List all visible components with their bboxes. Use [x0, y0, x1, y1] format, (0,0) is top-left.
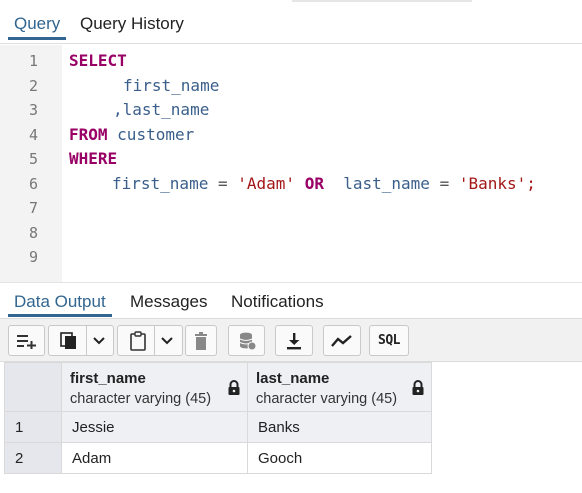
tab-notifications[interactable]: Notifications [225, 291, 330, 317]
line-number: 9 [28, 248, 38, 266]
paste-icon [129, 330, 146, 351]
keyword-from: FROM [69, 125, 108, 144]
tab-messages[interactable]: Messages [124, 291, 213, 317]
line-number: 6 [28, 175, 38, 193]
column-type: character varying (45) [70, 391, 212, 407]
keyword-where: WHERE [69, 149, 118, 168]
tab-query[interactable]: Query [8, 12, 67, 40]
row-number[interactable]: 1 [4, 411, 62, 443]
operator: = [217, 174, 228, 193]
chevron-down-icon [160, 336, 173, 344]
data-toolbar: SQL [0, 318, 582, 362]
download-icon [287, 332, 301, 349]
table-row: 1 Jessie Banks [4, 411, 432, 443]
line-number-gutter: 1 2 3 4 5 6 7 8 9 [0, 45, 62, 282]
line-number: 2 [28, 77, 38, 95]
top-divider [292, 0, 472, 2]
table-cell[interactable]: Adam [61, 442, 248, 474]
identifier: first_name [112, 174, 209, 193]
table-cell[interactable]: Banks [247, 411, 432, 443]
table-cell[interactable]: Jessie [61, 411, 248, 443]
output-tab-bar: Data Output Messages Notifications [0, 282, 582, 318]
line-number: 1 [28, 52, 38, 70]
line-number: 3 [28, 101, 38, 119]
table-identifier: customer [117, 125, 195, 144]
column-name: first_name [70, 370, 146, 387]
identifier: last_name [343, 174, 430, 193]
lock-icon [228, 380, 240, 395]
code-line: first_name = 'Adam' OR last_name = 'Bank… [112, 174, 536, 193]
code-line: SELECT [69, 51, 127, 70]
table-cell[interactable]: Gooch [247, 442, 432, 474]
column-name: last_name [256, 370, 330, 387]
sql-label: SQL [378, 333, 400, 348]
graph-icon [331, 334, 352, 347]
operator: = [439, 174, 450, 193]
grid-corner[interactable] [4, 362, 62, 412]
copy-icon [59, 331, 76, 349]
line-number: 4 [28, 126, 38, 144]
identifier: first_name [123, 76, 220, 95]
sql-button[interactable]: SQL [369, 325, 409, 356]
query-tab-bar: Query Query History [0, 4, 582, 44]
line-number: 7 [28, 199, 38, 217]
save-data-icon [239, 332, 256, 350]
chevron-down-icon [92, 336, 105, 344]
code-line: ,last_name [113, 100, 209, 119]
identifier: ,last_name [113, 100, 210, 119]
string-literal: 'Adam' [237, 174, 296, 193]
data-grid: first_name character varying (45) last_n… [4, 362, 432, 474]
column-header-last-name[interactable]: last_name character varying (45) [247, 362, 432, 412]
row-number[interactable]: 2 [4, 442, 62, 474]
delete-icon [195, 331, 207, 350]
code-line: FROM customer [69, 125, 194, 144]
column-type: character varying (45) [256, 391, 398, 407]
delete-button[interactable] [185, 325, 217, 356]
tab-data-output[interactable]: Data Output [8, 291, 112, 317]
graph-visualiser-button[interactable] [323, 325, 361, 356]
tab-query-history[interactable]: Query History [74, 12, 190, 40]
lock-icon [412, 380, 424, 395]
table-row: 2 Adam Gooch [4, 442, 432, 474]
line-number: 5 [28, 150, 38, 168]
add-row-icon [16, 334, 36, 349]
keyword-select: SELECT [69, 51, 127, 70]
copy-button[interactable] [48, 325, 114, 356]
save-data-button[interactable] [228, 325, 265, 356]
line-number: 8 [28, 224, 38, 242]
add-row-button[interactable] [8, 325, 45, 356]
string-literal: 'Banks'; [458, 174, 536, 193]
code-line: first_name [123, 76, 219, 95]
column-header-first-name[interactable]: first_name character varying (45) [61, 362, 248, 412]
keyword-or: OR [304, 174, 324, 193]
code-line: WHERE [69, 149, 117, 168]
sql-editor[interactable]: 1 2 3 4 5 6 7 8 9 SELECT first_name ,las… [0, 45, 582, 282]
download-button[interactable] [275, 325, 313, 356]
paste-button[interactable] [117, 325, 183, 356]
